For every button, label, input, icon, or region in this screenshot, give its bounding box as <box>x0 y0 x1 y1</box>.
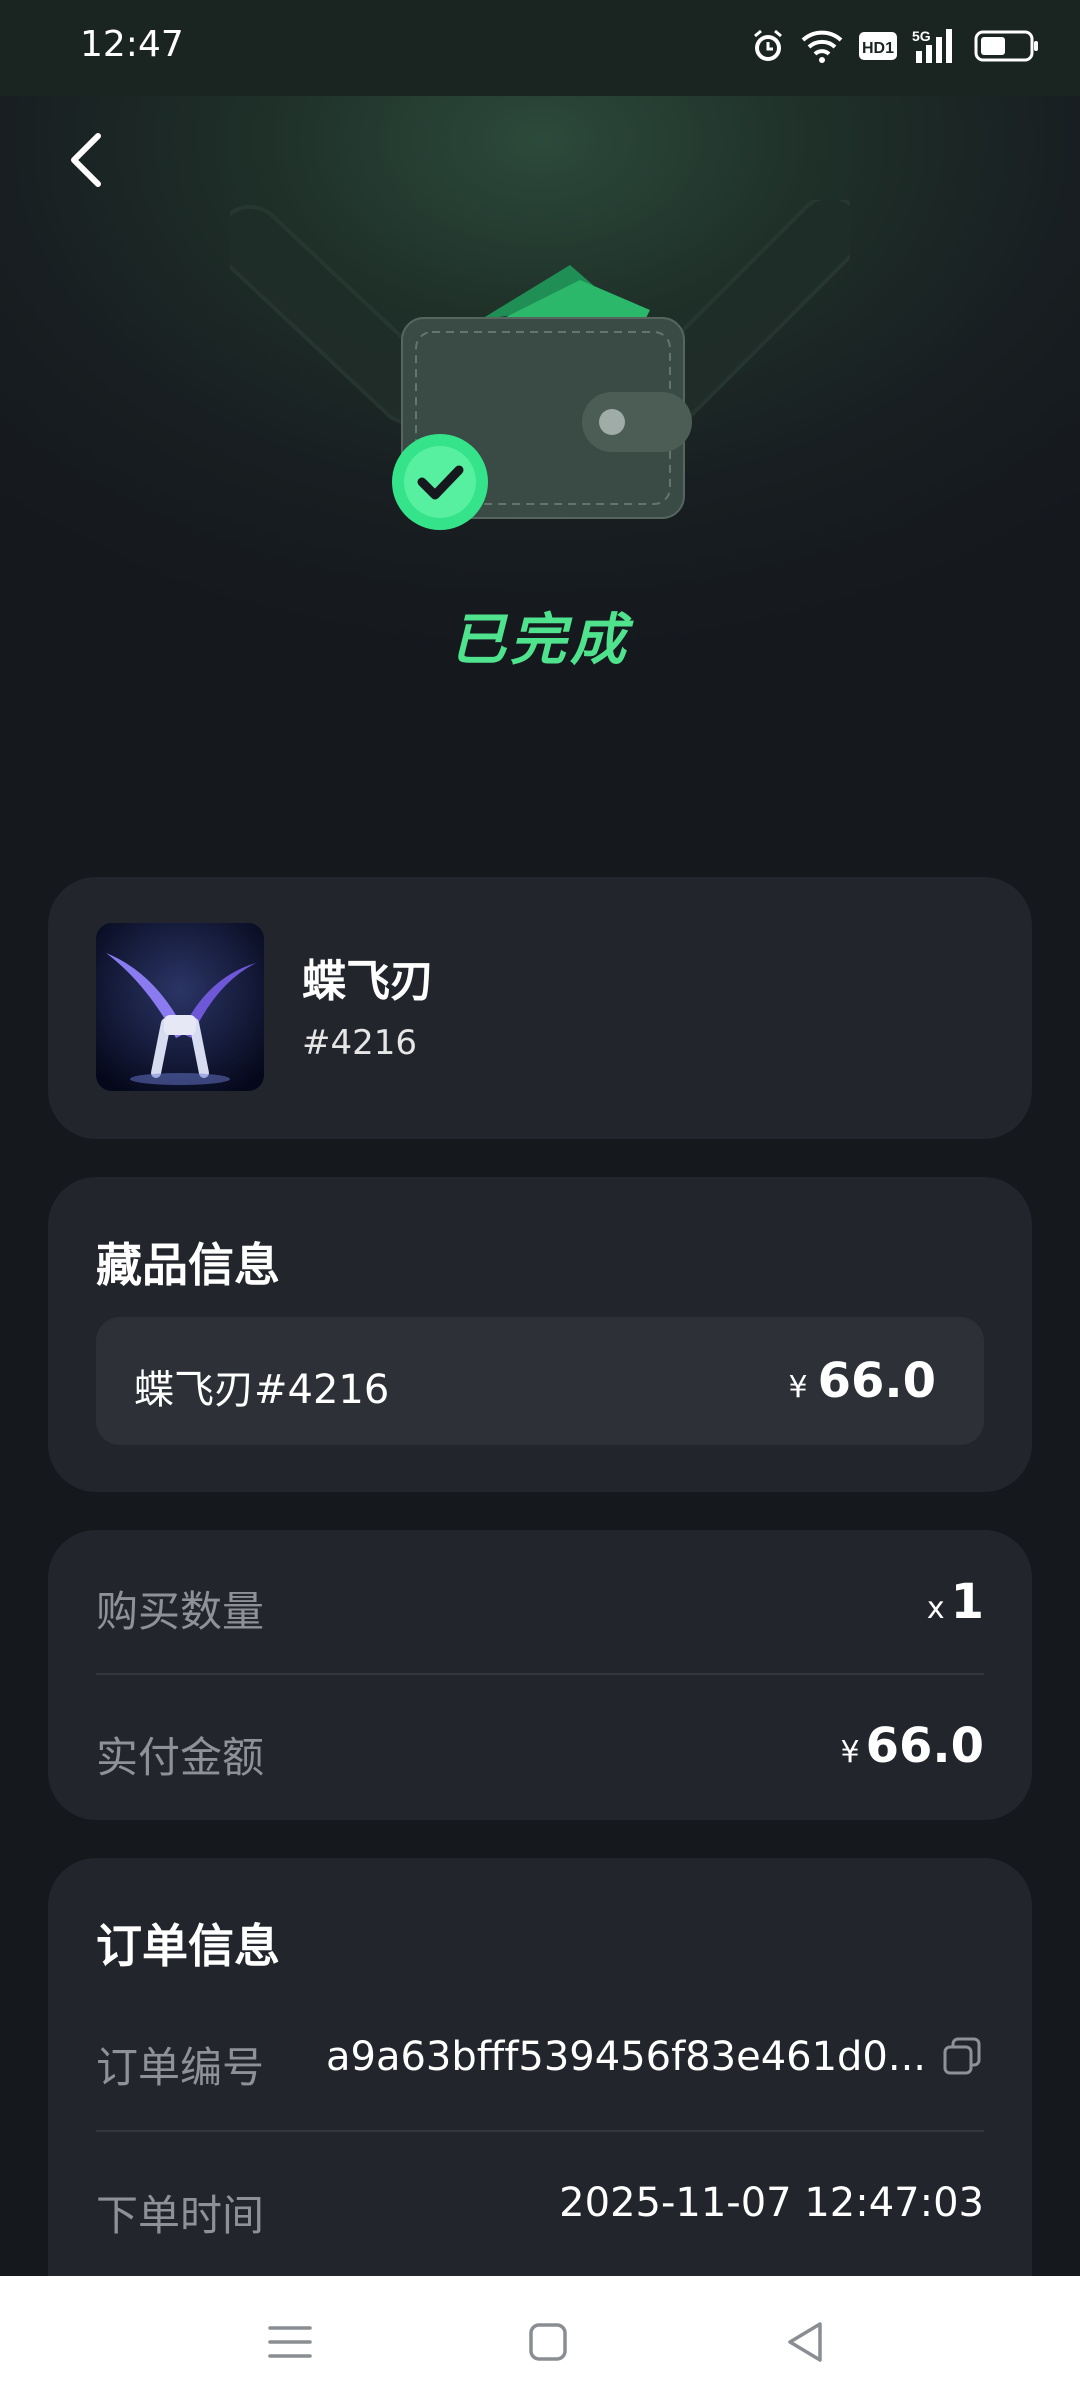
collection-item-name: 蝶飞刃#4216 <box>134 1367 390 1413</box>
product-card[interactable]: 蝶飞刃 #4216 <box>48 877 1032 1139</box>
quantity-value: x1 <box>927 1574 984 1630</box>
menu-button[interactable] <box>264 2316 316 2368</box>
currency-symbol: ¥ <box>788 1370 808 1405</box>
paid-amount-number: 66.0 <box>865 1718 984 1774</box>
back-button[interactable] <box>62 128 112 192</box>
signal-5g-icon: 5G <box>912 27 960 69</box>
home-button[interactable] <box>522 2316 574 2368</box>
paid-amount-label: 实付金额 <box>96 1733 265 1782</box>
product-name: 蝶飞刃 <box>302 956 434 1007</box>
collection-item-price: ¥66.0 <box>788 1353 936 1409</box>
order-status-title: 已完成 <box>450 608 630 673</box>
status-icons: HD1 5G <box>750 26 1040 70</box>
order-number-label: 订单编号 <box>96 2043 265 2092</box>
home-icon <box>529 2323 567 2361</box>
order-time-value: 2025-11-07 12:47:03 <box>559 2180 984 2226</box>
purchase-summary-card: 购买数量 x1 实付金额 ¥66.0 <box>48 1530 1032 1820</box>
menu-icon <box>268 2326 312 2358</box>
back-icon <box>788 2322 822 2362</box>
order-info-card: 订单信息 订单编号 a9a63bfff539456f83e461d0... 下单… <box>48 1858 1032 2278</box>
product-thumbnail <box>96 923 264 1091</box>
status-bar: 12:47 HD1 5G <box>0 0 1080 96</box>
nav-back-button[interactable] <box>780 2316 832 2368</box>
product-number: #4216 <box>302 1023 418 1063</box>
copy-icon[interactable] <box>942 2036 982 2076</box>
quantity-prefix: x <box>926 1591 945 1626</box>
wifi-icon <box>800 28 844 68</box>
battery-icon <box>974 29 1040 67</box>
collection-info-title: 藏品信息 <box>96 1238 280 1292</box>
divider <box>96 1673 984 1675</box>
quantity-number: 1 <box>950 1574 984 1630</box>
hd-icon: HD1 <box>858 31 898 65</box>
quantity-label: 购买数量 <box>96 1587 265 1636</box>
system-nav-bar <box>0 2276 1080 2408</box>
collection-item-row: 蝶飞刃#4216 ¥66.0 <box>96 1317 984 1445</box>
alarm-icon <box>750 28 786 68</box>
order-info-title: 订单信息 <box>96 1919 280 1973</box>
status-time: 12:47 <box>80 24 184 65</box>
currency-symbol: ¥ <box>840 1735 860 1770</box>
collection-info-card: 藏品信息 蝶飞刃#4216 ¥66.0 <box>48 1177 1032 1492</box>
chevron-left-icon <box>71 133 101 187</box>
order-time-label: 下单时间 <box>96 2191 265 2240</box>
price-value: 66.0 <box>817 1353 936 1409</box>
wallet-illustration <box>215 195 865 560</box>
svg-text:5G: 5G <box>912 28 931 44</box>
paid-amount-value: ¥66.0 <box>840 1718 984 1774</box>
svg-text:HD1: HD1 <box>862 40 894 57</box>
order-number-value: a9a63bfff539456f83e461d0... <box>326 2034 927 2080</box>
divider <box>96 2130 984 2132</box>
